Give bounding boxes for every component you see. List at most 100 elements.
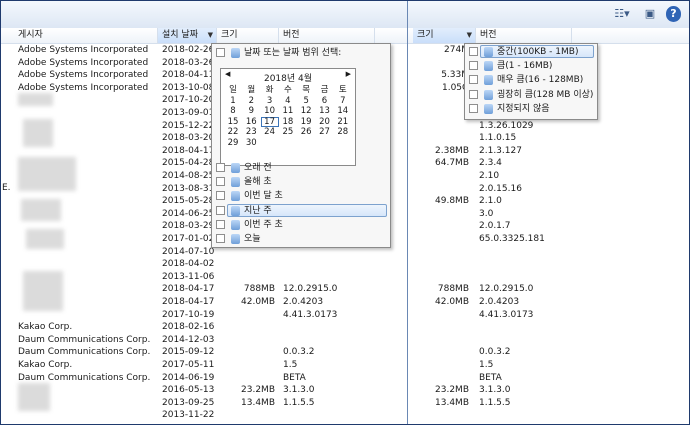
cell-size-right: 2.38MB (435, 145, 469, 156)
calendar-day[interactable]: 19 (297, 117, 315, 128)
chevron-right-icon[interactable]: ▶ (346, 70, 351, 78)
table-row[interactable]: 2017-10-19 4.41.3.0173 4.41.3.0173 (1, 309, 689, 322)
calendar-day[interactable]: 9 (242, 106, 260, 117)
checkbox[interactable] (469, 61, 478, 71)
column-size-right-label: 크기 (417, 30, 434, 40)
table-row[interactable]: 2013-11-06 (1, 271, 689, 284)
preview-pane-icon[interactable]: ▣ (642, 6, 658, 22)
calendar-day[interactable]: 6 (316, 96, 334, 107)
table-row[interactable]: 2013-09-25 13.4MB 1.1.5.5 13.4MB 1.1.5.5 (1, 397, 689, 410)
cell-size-right: 23.2MB (435, 385, 469, 396)
date-filter-option[interactable]: 지난 주 (212, 203, 390, 218)
date-filter-option[interactable]: 올해 초 (212, 175, 390, 189)
chevron-down-icon[interactable]: ▼ (467, 28, 472, 43)
size-filter-popup: 중간(100KB - 1MB) 큼(1 - 16MB) 매우 큼(16 - 128M… (464, 43, 598, 120)
column-size-right[interactable]: 크기 ▼ (413, 28, 476, 43)
calendar-day[interactable]: 26 (297, 127, 315, 138)
checkbox[interactable] (216, 191, 225, 201)
calendar-day[interactable]: 1 (224, 96, 242, 107)
calendar-day[interactable]: 3 (261, 96, 279, 107)
calendar-day[interactable]: 16 (242, 117, 260, 128)
calendar-day[interactable]: 30 (242, 138, 260, 149)
table-row[interactable]: Daum Communications Corp. 2015-09-12 0.0.3… (1, 346, 689, 359)
calendar: ◀ 2018년 4월 ▶ 일 월 화 수 목 금 토 1 2 3 4 5 6 7 8 9 10 11 12 13 14 1… (220, 68, 356, 166)
checkbox[interactable] (216, 163, 225, 172)
cell-install-date: 2017-05-11 (162, 360, 214, 370)
cell-version: 4.41.3.0173 (283, 309, 338, 320)
cell-version-right: 2.3.4 (479, 158, 502, 169)
calendar-day[interactable]: 7 (334, 96, 352, 107)
calendar-day[interactable]: 28 (334, 127, 352, 138)
table-row[interactable]: 2018-04-02 (1, 258, 689, 271)
size-filter-option[interactable]: 매우 큼(16 - 128MB) (465, 73, 597, 87)
column-version[interactable]: 버전 (279, 28, 375, 43)
cell-publisher: Adobe Systems Incorporated (18, 82, 149, 93)
cell-version-right: 2.0.15.16 (479, 183, 522, 194)
date-filter-option-label: 지난 주 (244, 205, 272, 216)
checkbox[interactable] (216, 219, 225, 229)
table-row[interactable]: Kakao Corp. 2017-05-11 1.5 1.5 (1, 359, 689, 372)
filter-icon (231, 234, 240, 244)
calendar-day[interactable]: 21 (334, 117, 352, 128)
cell-version-right: 0.0.3.2 (479, 347, 511, 358)
size-filter-option[interactable]: 굉장히 큼(128 MB 이상) (465, 88, 597, 102)
chevron-down-icon[interactable]: ▼ (208, 28, 213, 43)
cell-install-date: 2013-10-08 (162, 82, 214, 93)
table-row[interactable]: 2016-05-13 23.2MB 3.1.3.0 23.2MB 3.1.3.0 (1, 384, 689, 397)
calendar-day[interactable]: 27 (316, 127, 334, 138)
size-filter-option[interactable]: 중간(100KB - 1MB) (465, 45, 597, 59)
calendar-day[interactable]: 14 (334, 106, 352, 117)
column-publisher[interactable]: 게시자 (14, 28, 158, 43)
date-filter-option-label: 이번 달 초 (244, 191, 283, 202)
calendar-day[interactable]: 8 (224, 106, 242, 117)
calendar-day[interactable]: 20 (316, 117, 334, 128)
cell-install-date: 2018-04-17 (162, 297, 214, 307)
date-filter-option[interactable]: 이번 달 초 (212, 189, 390, 203)
table-row[interactable]: 2013-11-22 (1, 409, 689, 422)
date-filter-option[interactable]: 오늘 (212, 232, 390, 246)
calendar-day[interactable]: 23 (242, 127, 260, 138)
size-filter-option[interactable]: 큼(1 - 16MB) (465, 59, 597, 73)
column-install-date[interactable]: 설치 날짜 ▼ (158, 28, 217, 43)
cell-version-right: 2.0.1.7 (479, 221, 511, 232)
table-row[interactable]: 2018-04-17 788MB 12.0.2915.0 788MB 12.0.2915… (1, 283, 689, 296)
calendar-weekday: 목 (302, 85, 311, 95)
date-filter-option[interactable]: 이번 주 초 (212, 218, 390, 232)
column-version-right[interactable]: 버전 (476, 28, 572, 43)
calendar-day[interactable]: 10 (261, 106, 279, 117)
calendar-day[interactable]: 4 (279, 96, 297, 107)
calendar-day[interactable]: 18 (279, 117, 297, 128)
checkbox[interactable] (216, 48, 225, 57)
table-row[interactable]: Daum Communications Corp. 2014-12-03 (1, 334, 689, 347)
calendar-day[interactable]: 25 (279, 127, 297, 138)
cell-install-date: 2018-02-16 (162, 322, 214, 333)
calendar-day[interactable]: 15 (224, 117, 242, 128)
help-icon[interactable]: ? (666, 6, 681, 22)
view-options-icon[interactable]: ☷▾ (610, 6, 634, 22)
checkbox[interactable] (469, 75, 478, 85)
calendar-weekday: 일 (229, 85, 237, 95)
checkbox[interactable] (216, 177, 225, 187)
calendar-day[interactable]: 29 (224, 138, 242, 149)
checkbox[interactable] (469, 103, 478, 113)
checkbox[interactable] (216, 234, 225, 243)
size-filter-option[interactable]: 지정되지 않음 (465, 102, 597, 116)
date-filter-option[interactable]: 오래 전 (212, 161, 390, 175)
calendar-day[interactable]: 12 (297, 106, 315, 117)
table-row[interactable]: 2018-04-17 42.0MB 2.0.4203 42.0MB 2.0.4203 (1, 296, 689, 309)
cell-size-right: 64.7MB (435, 158, 469, 169)
checkbox[interactable] (469, 47, 478, 56)
calendar-day[interactable]: 2 (242, 96, 260, 107)
cell-install-date: 2018-04-17 (162, 145, 214, 156)
table-row[interactable]: Kakao Corp. 2018-02-16 (1, 321, 689, 334)
table-row[interactable]: Daum Communications Corp. 2014-06-19 BETA B… (1, 372, 689, 385)
calendar-day[interactable]: 13 (316, 106, 334, 117)
calendar-day[interactable]: 22 (224, 127, 242, 138)
calendar-day[interactable]: 11 (279, 106, 297, 117)
calendar-day[interactable]: 17 (260, 116, 279, 127)
calendar-day[interactable]: 5 (297, 96, 315, 107)
calendar-day[interactable]: 24 (261, 127, 279, 138)
checkbox[interactable] (469, 89, 478, 99)
column-size[interactable]: 크기 (217, 28, 279, 43)
checkbox[interactable] (216, 205, 225, 215)
